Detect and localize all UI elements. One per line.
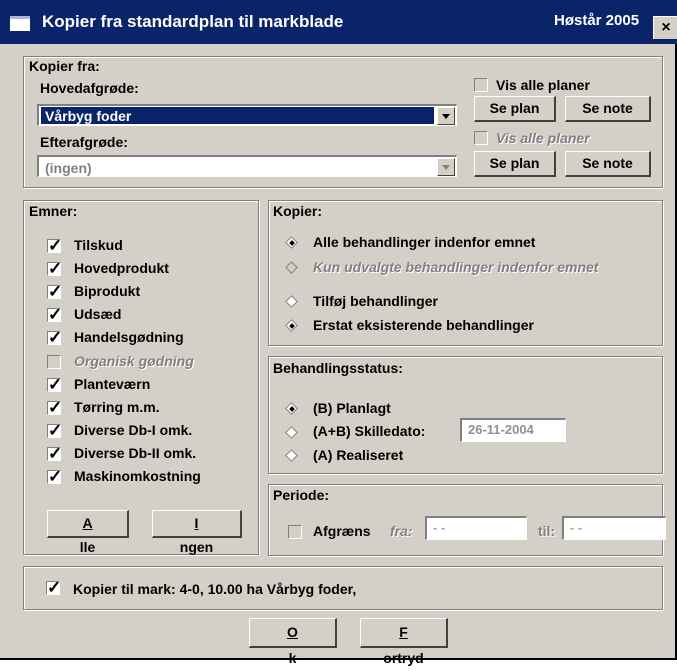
radio-realiseret[interactable] — [286, 450, 298, 462]
radio-erstat[interactable] — [286, 320, 298, 332]
se-note-button[interactable]: Se note — [565, 96, 651, 122]
emner-label: Emner: — [29, 203, 78, 219]
season-label: Høstår 2005 — [554, 12, 640, 29]
check-icon: ✓ — [48, 259, 63, 279]
hovedafgroede-select[interactable]: Vårbyg foder — [37, 104, 457, 126]
realiseret-label[interactable]: (A) Realiseret — [313, 447, 403, 463]
kopier-fra-label: Kopier fra: — [29, 58, 100, 74]
check-icon: ✓ — [48, 467, 63, 486]
efterafgroede-value: (ingen) — [45, 160, 92, 176]
fra-label: fra: — [390, 523, 413, 539]
emne-label[interactable]: Maskinomkostning — [74, 468, 201, 484]
radio-kun-udvalgte — [286, 262, 298, 274]
behandlingsstatus-label: Behandlingsstatus: — [273, 360, 403, 376]
planlagt-label[interactable]: (B) Planlagt — [313, 400, 391, 416]
se-note-label-2: Se note — [582, 155, 633, 171]
window-title: Kopier fra standardplan til markblade — [42, 12, 344, 31]
kopier-til-mark-label[interactable]: Kopier til mark: 4-0, 10.00 ha Vårbyg fo… — [73, 581, 356, 597]
se-plan-label-2: Se plan — [489, 155, 540, 171]
check-icon: ✓ — [48, 328, 63, 348]
emne-label[interactable]: Diverse Db-I omk. — [74, 422, 192, 438]
emne-label[interactable]: Tilskud — [74, 237, 123, 253]
emne-label[interactable]: Hovedprodukt — [74, 260, 169, 276]
radio-alle-behandlinger[interactable] — [286, 237, 298, 249]
vis-alle-planer-checkbox-disabled — [474, 131, 488, 145]
periode-label: Periode: — [273, 487, 330, 503]
ingen-label: Ingen — [179, 515, 214, 555]
ok-label: Ok — [287, 624, 298, 666]
window-icon — [10, 16, 30, 31]
afgraens-label[interactable]: Afgræns — [313, 523, 371, 539]
check-icon: ✓ — [48, 397, 63, 417]
hovedafgroede-label: Hovedafgrøde: — [40, 80, 139, 96]
hovedafgroede-value: Vårbyg foder — [41, 107, 434, 124]
skilledato-label[interactable]: (A+B) Skilledato: — [313, 423, 425, 439]
kun-udvalgte-label: Kun udvalgte behandlinger indenfor emnet — [313, 259, 599, 275]
check-icon: ✓ — [47, 578, 62, 597]
ok-button[interactable]: Ok — [249, 618, 337, 666]
check-icon: ✓ — [48, 282, 63, 302]
skilledato-input[interactable]: 26-11-2004 — [460, 418, 566, 442]
se-note-label: Se note — [582, 100, 633, 116]
se-plan-button[interactable]: Se plan — [474, 96, 556, 122]
se-plan-label: Se plan — [489, 100, 540, 116]
tilfoej-label[interactable]: Tilføj behandlinger — [313, 293, 438, 309]
emne-label[interactable]: Handelsgødning — [74, 329, 184, 345]
vis-alle-planer-checkbox[interactable] — [474, 78, 488, 92]
til-input: - - — [562, 516, 666, 540]
check-icon: ✓ — [48, 420, 63, 440]
emne-label[interactable]: Udsæd — [74, 306, 121, 322]
ingen-button[interactable]: Ingen — [152, 510, 242, 555]
afgraens-checkbox[interactable] — [288, 525, 302, 539]
fortryd-label: Fortryd — [383, 624, 424, 666]
emne-label[interactable]: Biprodukt — [74, 283, 140, 299]
close-button[interactable]: × — [653, 16, 677, 39]
se-note-button-2[interactable]: Se note — [565, 151, 651, 177]
emne-label[interactable]: Organisk gødning — [74, 353, 194, 369]
alle-behandlinger-label[interactable]: Alle behandlinger indenfor emnet — [313, 234, 535, 250]
chevron-down-icon[interactable] — [437, 107, 455, 125]
emne-label[interactable]: Diverse Db-II omk. — [74, 445, 196, 461]
chevron-down-icon — [437, 158, 455, 176]
alle-label: Alle — [79, 515, 96, 555]
fra-input: - - — [425, 516, 527, 540]
kopier-label: Kopier: — [273, 203, 322, 219]
vis-alle-planer-label-disabled: Vis alle planer — [496, 130, 590, 146]
check-icon: ✓ — [48, 374, 63, 394]
vis-alle-planer-label[interactable]: Vis alle planer — [496, 77, 590, 93]
check-icon: ✓ — [48, 305, 63, 325]
fortryd-button[interactable]: Fortryd — [360, 618, 448, 666]
title-bar[interactable]: Kopier fra standardplan til markblade Hø… — [0, 0, 677, 44]
se-plan-button-2[interactable]: Se plan — [474, 151, 556, 177]
til-label: til: — [538, 523, 556, 539]
erstat-label[interactable]: Erstat eksisterende behandlinger — [313, 317, 534, 333]
radio-planlagt[interactable] — [286, 403, 298, 415]
check-icon: ✓ — [48, 443, 63, 463]
check-icon: ✓ — [48, 236, 63, 255]
radio-skilledato[interactable] — [286, 427, 298, 439]
efterafgroede-label: Efterafgrøde: — [40, 134, 128, 150]
radio-tilfoej[interactable] — [286, 296, 298, 308]
emne-label[interactable]: Planteværn — [74, 376, 150, 392]
dialog-window: Kopier fra standardplan til markblade Hø… — [0, 0, 677, 666]
emne-checkbox — [47, 354, 61, 369]
emne-label[interactable]: Tørring m.m. — [74, 399, 160, 415]
efterafgroede-select: (ingen) — [37, 155, 457, 177]
alle-button[interactable]: Alle — [47, 510, 129, 555]
